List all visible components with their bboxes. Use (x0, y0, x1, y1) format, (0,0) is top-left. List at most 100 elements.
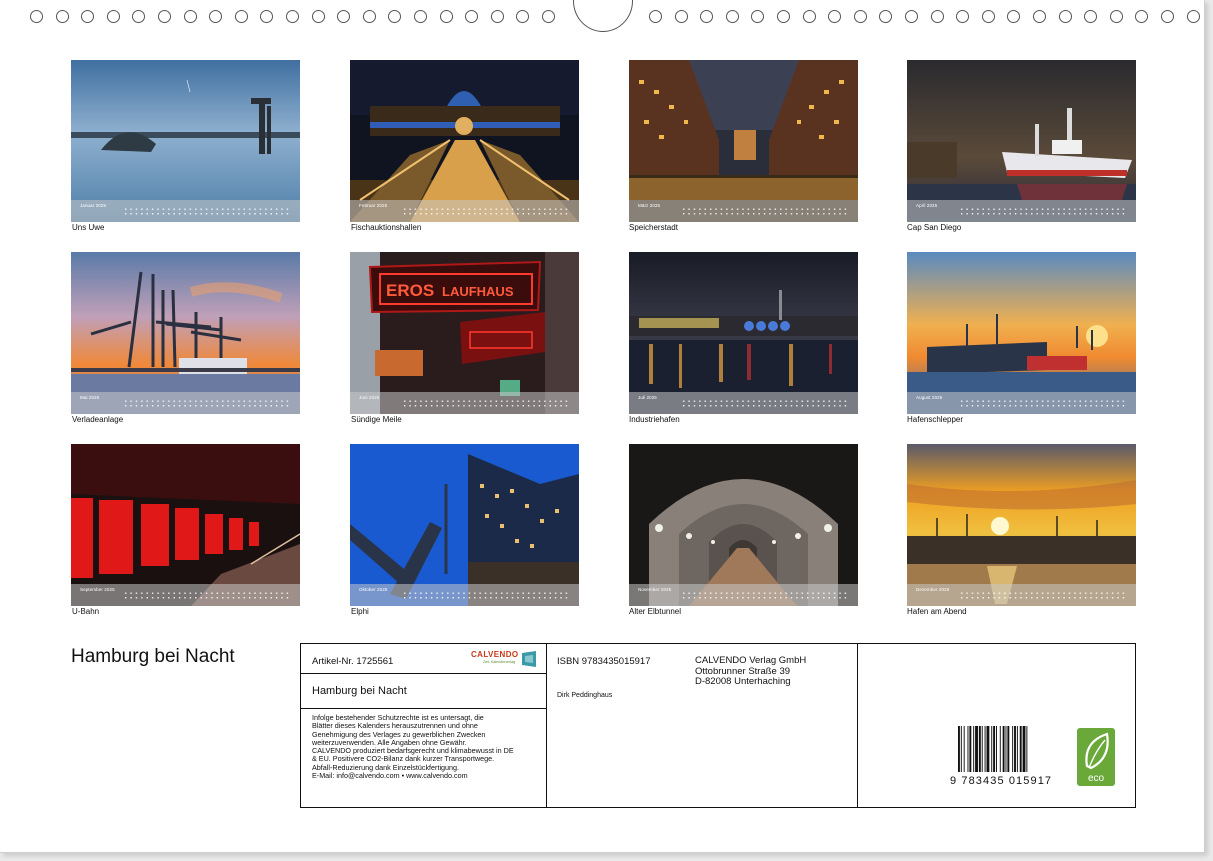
barcode-bar (999, 726, 1001, 772)
binding-ring (363, 10, 376, 23)
barcode-bar (1019, 726, 1022, 772)
month-label: März 2025 (638, 203, 661, 208)
binding-ring (803, 10, 816, 23)
binding-ring (30, 10, 43, 23)
calendar-strip: Februar 2025 (350, 200, 579, 222)
calendar-strip: Mai 2025 (71, 392, 300, 414)
month-thumbnail-november: November 2025 (629, 444, 858, 606)
barcode-bar (978, 726, 981, 772)
binding-ring (440, 10, 453, 23)
day-grid (402, 591, 571, 601)
calendar-strip: Januar 2025 (71, 200, 300, 222)
eco-label-icon: eco (1077, 728, 1115, 786)
binding-ring (465, 10, 478, 23)
barcode-bar (981, 726, 983, 772)
caption-december: Hafen am Abend (907, 607, 967, 616)
binding-ring (1007, 10, 1020, 23)
binding-ring (956, 10, 969, 23)
isbn: ISBN 9783435015917 (557, 656, 651, 667)
month-label: Mai 2025 (80, 395, 100, 400)
barcode-bar (963, 726, 965, 772)
photo-cap-san-diego (907, 60, 1136, 222)
caption-february: Fischauktionshallen (351, 223, 422, 232)
photo-fischauktionshallen (350, 60, 579, 222)
barcode-bar (993, 726, 996, 772)
calendar-strip: August 2025 (907, 392, 1136, 414)
binding-ring (388, 10, 401, 23)
divider (301, 673, 547, 674)
day-grid (959, 207, 1128, 217)
calvendo-logo: CALVENDO Zeit. Kalenderverlag (471, 650, 537, 668)
binding-ring (286, 10, 299, 23)
calvendo-mark-icon (522, 651, 536, 667)
product-info-box: Artikel-Nr. 1725561 CALVENDO Zeit. Kalen… (300, 643, 1136, 808)
binding-ring (132, 10, 145, 23)
binding-ring (982, 10, 995, 23)
binding-ring (1161, 10, 1174, 23)
caption-march: Speicherstadt (629, 223, 678, 232)
box-title: Hamburg bei Nacht (312, 685, 407, 697)
calendar-strip: März 2025 (629, 200, 858, 222)
photo-speicherstadt (629, 60, 858, 222)
month-thumbnail-april: April 2025 (907, 60, 1136, 222)
binding-ring (158, 10, 171, 23)
barcode-bar (986, 726, 990, 772)
photo-elphi (350, 444, 579, 606)
barcode-bar (958, 726, 960, 772)
binding-ring (905, 10, 918, 23)
barcode-bar (1005, 726, 1007, 772)
calendar-strip: Juli 2025 (629, 392, 858, 414)
binding-ring (751, 10, 764, 23)
day-grid (681, 591, 850, 601)
month-label: Januar 2025 (80, 203, 107, 208)
barcode-bar (1007, 726, 1010, 772)
binding-ring (726, 10, 739, 23)
calendar-title: Hamburg bei Nacht (71, 646, 235, 667)
caption-may: Verladeanlage (72, 415, 124, 424)
binding-ring (209, 10, 222, 23)
month-thumbnail-december: Dezember 2025 (907, 444, 1136, 606)
month-thumbnail-june: EROS LAUFHAUS Juni 2025 (350, 252, 579, 414)
binding-ring (1110, 10, 1123, 23)
barcode-bar (984, 726, 986, 772)
neon-word-eros: EROS (386, 281, 434, 300)
photo-hafen-am-abend (907, 444, 1136, 606)
barcode-bar (967, 726, 969, 772)
month-thumbnail-january: Januar 2025 (71, 60, 300, 222)
caption-september: U-Bahn (72, 607, 100, 616)
calendar-back-page: Januar 2025 Februar 2025 März 2025 April… (0, 0, 1205, 853)
barcode-bar (991, 726, 993, 772)
photo-alter-elbtunnel (629, 444, 858, 606)
month-thumbnail-august: August 2025 (907, 252, 1136, 414)
binding-ring (516, 10, 529, 23)
caption-january: Uns Uwe (72, 223, 105, 232)
binding-ring (1187, 10, 1200, 23)
binding-ring (235, 10, 248, 23)
month-label: November 2025 (638, 587, 672, 592)
day-grid (959, 399, 1128, 409)
binding-ring (879, 10, 892, 23)
binding-ring (337, 10, 350, 23)
barcode-bar (1002, 726, 1005, 772)
photo-u-bahn (71, 444, 300, 606)
author-name: Dirk Peddinghaus (557, 692, 613, 699)
barcode-bar (1012, 726, 1014, 772)
month-label: Juli 2025 (638, 395, 657, 400)
binding-ring (649, 10, 662, 23)
barcode-number: 9 783435 015917 (950, 775, 1053, 787)
day-grid (402, 399, 571, 409)
day-grid (681, 399, 850, 409)
binding-ring (931, 10, 944, 23)
binding-ring (260, 10, 273, 23)
barcode-bar (960, 726, 962, 772)
divider (301, 708, 547, 709)
barcode-bar (969, 726, 972, 772)
caption-july: Industriehafen (629, 415, 680, 424)
calendar-strip: Juni 2025 (350, 392, 579, 414)
calendar-strip: April 2025 (907, 200, 1136, 222)
caption-june: Sündige Meile (351, 415, 402, 424)
binding-ring (542, 10, 555, 23)
calendar-strip: November 2025 (629, 584, 858, 606)
month-thumbnail-july: Juli 2025 (629, 252, 858, 414)
calendar-strip: Dezember 2025 (907, 584, 1136, 606)
